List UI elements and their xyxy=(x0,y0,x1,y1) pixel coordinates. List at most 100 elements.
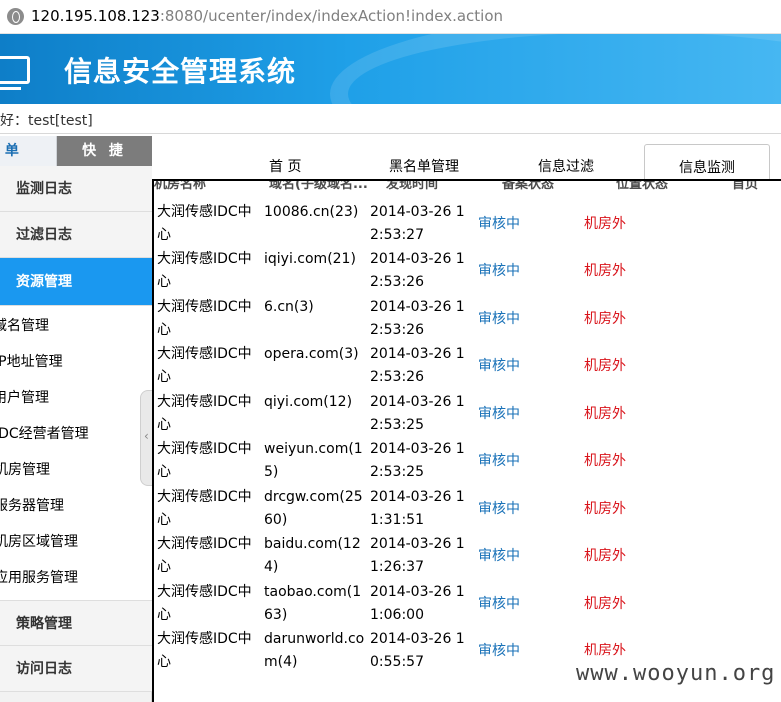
cell-room: 大润传感IDC中心 xyxy=(157,536,252,575)
sidebar-subitem-label: IP地址管理 xyxy=(0,354,63,370)
cell-time: 2014-03-26 10:55:57 xyxy=(370,631,465,670)
main-tabs: 首 页 黑名单管理 信息过滤 信息监测 xyxy=(152,136,781,182)
cell-location: 机房外 xyxy=(584,548,626,564)
sidebar-subitem-user[interactable]: 用户管理 xyxy=(0,380,152,416)
sidebar: 监测日志 过滤日志 资源管理 域名管理 IP地址管理 用户管理 IDC经营者管理… xyxy=(0,166,152,702)
cell-status[interactable]: 审核中 xyxy=(478,213,520,236)
cell-domain: opera.com(3) xyxy=(264,346,359,362)
cell-status[interactable]: 审核中 xyxy=(478,355,520,378)
sidebar-subitem-idc-operator[interactable]: IDC经营者管理 xyxy=(0,416,152,452)
sidebar-subitem-ip[interactable]: IP地址管理 xyxy=(0,344,152,380)
sidebar-subitem-server[interactable]: 服务器管理 xyxy=(0,488,152,524)
table-row: 大润传感IDC中心 6.cn(3) 2014-03-26 12:53:26 审核… xyxy=(154,296,781,343)
tab-menu[interactable]: 菜 单 xyxy=(0,136,56,166)
table-row: 大润传感IDC中心 drcgw.com(2560) 2014-03-26 11:… xyxy=(154,486,781,533)
table-row: 大润传感IDC中心 baidu.com(124) 2014-03-26 11:2… xyxy=(154,533,781,580)
cell-domain: darunworld.com(4) xyxy=(264,631,365,670)
tab-home[interactable]: 首 页 xyxy=(269,156,301,176)
sidebar-subitem-label: 机房区域管理 xyxy=(0,534,78,550)
cell-time: 2014-03-26 12:53:25 xyxy=(370,394,465,433)
url-host: 120.195.108.123 xyxy=(31,7,160,25)
cell-location: 机房外 xyxy=(584,311,626,327)
column-header-room[interactable]: 机房名称 xyxy=(154,181,206,192)
column-header-location[interactable]: 位置状态 xyxy=(616,181,668,192)
cell-status[interactable]: 审核中 xyxy=(478,450,520,473)
sidebar-subitem-domain[interactable]: 域名管理 xyxy=(0,308,152,344)
cell-room: 大润传感IDC中心 xyxy=(157,584,252,623)
cell-room: 大润传感IDC中心 xyxy=(157,631,252,670)
cell-domain: iqiyi.com(21) xyxy=(264,251,356,267)
sidebar-subitem-label: 服务器管理 xyxy=(0,498,64,514)
cell-domain: 10086.cn(23) xyxy=(264,204,359,220)
page: 120.195.108.123:8080/ucenter/index/index… xyxy=(0,0,781,702)
cell-domain: weiyun.com(15) xyxy=(264,441,363,480)
sidebar-item-resource-management[interactable]: 资源管理 xyxy=(0,258,152,306)
content-frame: 机房名称 域名(子级域名... 发现时间 备案状态 位置状态 首页 大润传感ID… xyxy=(152,179,781,702)
cell-status[interactable]: 审核中 xyxy=(478,640,520,663)
table-row: 大润传感IDC中心 opera.com(3) 2014-03-26 12:53:… xyxy=(154,343,781,390)
watermark: www.wooyun.org xyxy=(572,655,781,693)
sidebar-submenu: 域名管理 IP地址管理 用户管理 IDC经营者管理 机房管理 服务器管理 机房区… xyxy=(0,306,152,600)
monitor-icon xyxy=(0,56,30,90)
cell-location: 机房外 xyxy=(584,216,626,232)
cell-status[interactable]: 审核中 xyxy=(478,308,520,331)
table-row: 大润传感IDC中心 weiyun.com(15) 2014-03-26 12:5… xyxy=(154,438,781,485)
cell-location: 机房外 xyxy=(584,596,626,612)
cell-location: 机房外 xyxy=(584,406,626,422)
address-bar[interactable]: 120.195.108.123:8080/ucenter/index/index… xyxy=(0,0,781,34)
column-header-domain[interactable]: 域名(子级域名... xyxy=(269,181,368,192)
cell-room: 大润传感IDC中心 xyxy=(157,251,252,290)
sidebar-subitem-app-service[interactable]: 应用服务管理 xyxy=(0,560,152,596)
url-text[interactable]: 120.195.108.123:8080/ucenter/index/index… xyxy=(31,7,503,25)
cell-status[interactable]: 审核中 xyxy=(478,545,520,568)
sidebar-subitem-label: 机房管理 xyxy=(0,462,50,478)
globe-icon xyxy=(7,8,24,25)
cell-room: 大润传感IDC中心 xyxy=(157,441,252,480)
tab-quick[interactable]: 快 捷 xyxy=(57,136,152,166)
cell-time: 2014-03-26 12:53:26 xyxy=(370,299,465,338)
sidebar-subitem-room[interactable]: 机房管理 xyxy=(0,452,152,488)
sidebar-subitem-label: IDC经营者管理 xyxy=(0,426,89,442)
tab-blacklist[interactable]: 黑名单管理 xyxy=(389,156,459,176)
cell-status[interactable]: 审核中 xyxy=(478,593,520,616)
sidebar-subitem-room-zone[interactable]: 机房区域管理 xyxy=(0,524,152,560)
cell-time: 2014-03-26 12:53:26 xyxy=(370,346,465,385)
table-header: 机房名称 域名(子级域名... 发现时间 备案状态 位置状态 首页 xyxy=(154,181,781,192)
cell-location: 机房外 xyxy=(584,501,626,517)
sidebar-item-monitor-log[interactable]: 监测日志 xyxy=(0,166,152,212)
cell-room: 大润传感IDC中心 xyxy=(157,346,252,385)
column-header-time[interactable]: 发现时间 xyxy=(386,181,438,192)
sidebar-item-access-log[interactable]: 访问日志 xyxy=(0,646,152,692)
tab-info-filter[interactable]: 信息过滤 xyxy=(538,156,594,176)
cell-time: 2014-03-26 11:31:51 xyxy=(370,489,465,528)
cell-domain: qiyi.com(12) xyxy=(264,394,353,410)
table-row: 大润传感IDC中心 10086.cn(23) 2014-03-26 12:53:… xyxy=(154,201,781,248)
table-row: 大润传感IDC中心 iqiyi.com(21) 2014-03-26 12:53… xyxy=(154,248,781,295)
cell-status[interactable]: 审核中 xyxy=(478,403,520,426)
cell-location: 机房外 xyxy=(584,453,626,469)
cell-domain: drcgw.com(2560) xyxy=(264,489,363,528)
cell-domain: taobao.com(163) xyxy=(264,584,362,623)
cell-time: 2014-03-26 11:26:37 xyxy=(370,536,465,575)
column-header-homepage[interactable]: 首页 xyxy=(732,181,758,192)
cell-room: 大润传感IDC中心 xyxy=(157,204,252,243)
tab-menu-label: 菜 单 xyxy=(0,143,19,159)
cell-room: 大润传感IDC中心 xyxy=(157,489,252,528)
chevron-left-icon: ‹ xyxy=(144,429,149,443)
sidebar-subitem-label: 应用服务管理 xyxy=(0,570,78,586)
table-row: 大润传感IDC中心 qiyi.com(12) 2014-03-26 12:53:… xyxy=(154,391,781,438)
tab-info-monitor[interactable]: 信息监测 xyxy=(644,144,770,182)
cell-time: 2014-03-26 11:06:00 xyxy=(370,584,465,623)
sidebar-item-policy-management[interactable]: 策略管理 xyxy=(0,600,152,646)
cell-status[interactable]: 审核中 xyxy=(478,260,520,283)
sidebar-subitem-label: 用户管理 xyxy=(0,390,49,406)
url-path: :8080/ucenter/index/indexAction!index.ac… xyxy=(159,7,504,25)
sidebar-item-filter-log[interactable]: 过滤日志 xyxy=(0,212,152,258)
cell-status[interactable]: 审核中 xyxy=(478,498,520,521)
side-tabs: 菜 单 快 捷 xyxy=(0,136,152,166)
greeting-text: 好：test[test] xyxy=(0,113,93,129)
column-header-record-status[interactable]: 备案状态 xyxy=(502,181,554,192)
cell-time: 2014-03-26 12:53:25 xyxy=(370,441,465,480)
cell-room: 大润传感IDC中心 xyxy=(157,299,252,338)
header-banner: 信息安全管理系统 xyxy=(0,34,781,104)
